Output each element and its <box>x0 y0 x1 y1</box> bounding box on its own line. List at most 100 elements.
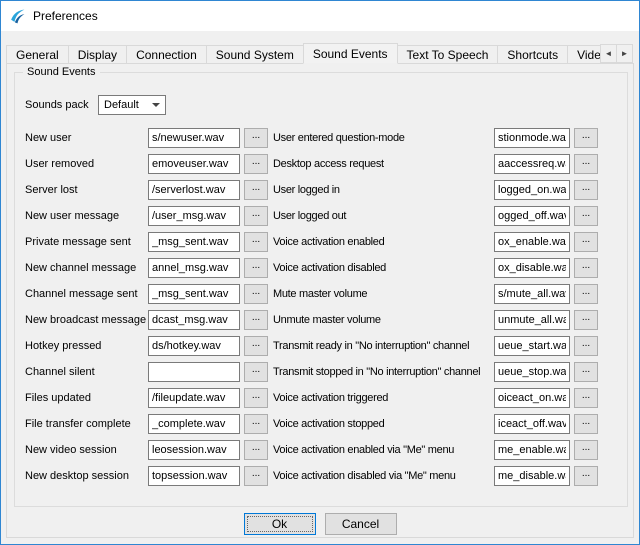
browse-button[interactable]: ... <box>244 310 268 330</box>
sound-file-input[interactable] <box>148 258 240 278</box>
sound-file-input[interactable] <box>494 128 570 148</box>
tab-connection[interactable]: Connection <box>126 45 207 63</box>
tab-video[interactable]: Video <box>567 45 601 63</box>
footer: Ok Cancel <box>7 513 633 535</box>
tab-text-to-speech[interactable]: Text To Speech <box>397 45 499 63</box>
tab-general[interactable]: General <box>6 45 69 63</box>
tab-sound-system[interactable]: Sound System <box>206 45 304 63</box>
sound-event-row: Voice activation disabled via "Me" menu … <box>273 463 607 489</box>
cancel-button[interactable]: Cancel <box>325 513 397 535</box>
sound-file-input[interactable] <box>494 232 570 252</box>
sound-event-row: User removed ... <box>25 151 273 177</box>
sound-event-label: Voice activation disabled <box>273 262 494 274</box>
sound-file-input[interactable] <box>494 336 570 356</box>
sound-file-input[interactable] <box>148 232 240 252</box>
sound-event-label: Voice activation stopped <box>273 418 494 430</box>
sound-event-row: Voice activation triggered ... <box>273 385 607 411</box>
browse-button[interactable]: ... <box>244 362 268 382</box>
browse-button[interactable]: ... <box>574 310 598 330</box>
browse-button[interactable]: ... <box>574 284 598 304</box>
sound-file-input[interactable] <box>494 180 570 200</box>
chevron-down-icon <box>152 103 160 107</box>
sound-event-row: Private message sent ... <box>25 229 273 255</box>
sound-event-row: File transfer complete ... <box>25 411 273 437</box>
browse-button[interactable]: ... <box>574 362 598 382</box>
sound-file-input[interactable] <box>148 414 240 434</box>
browse-button[interactable]: ... <box>574 414 598 434</box>
browse-button[interactable]: ... <box>244 284 268 304</box>
sound-file-input[interactable] <box>494 310 570 330</box>
sound-file-input[interactable] <box>148 440 240 460</box>
sound-file-input[interactable] <box>494 466 570 486</box>
sounds-pack-select[interactable]: Default <box>98 95 166 115</box>
sound-event-label: Transmit stopped in "No interruption" ch… <box>273 366 494 378</box>
tab-scroll-control: ◄ ► <box>601 44 633 63</box>
browse-button[interactable]: ... <box>244 258 268 278</box>
tab-shortcuts[interactable]: Shortcuts <box>497 45 568 63</box>
browse-button[interactable]: ... <box>244 414 268 434</box>
sound-event-label: File transfer complete <box>25 418 148 430</box>
sound-file-input[interactable] <box>494 362 570 382</box>
sound-file-input[interactable] <box>148 284 240 304</box>
title-bar: Preferences <box>1 1 639 31</box>
ok-button[interactable]: Ok <box>244 513 316 535</box>
browse-button[interactable]: ... <box>574 440 598 460</box>
sound-file-input[interactable] <box>148 336 240 356</box>
browse-button[interactable]: ... <box>244 336 268 356</box>
sound-event-label: User entered question-mode <box>273 132 494 144</box>
browse-button[interactable]: ... <box>574 466 598 486</box>
window-title: Preferences <box>33 9 98 23</box>
browse-button[interactable]: ... <box>244 128 268 148</box>
browse-button[interactable]: ... <box>244 466 268 486</box>
sound-event-row: User logged out ... <box>273 203 607 229</box>
sound-file-input[interactable] <box>494 440 570 460</box>
sound-file-input[interactable] <box>494 206 570 226</box>
tab-sound-events[interactable]: Sound Events <box>303 43 398 64</box>
sound-file-input[interactable] <box>148 154 240 174</box>
sound-file-input[interactable] <box>494 388 570 408</box>
browse-button[interactable]: ... <box>244 206 268 226</box>
browse-button[interactable]: ... <box>574 258 598 278</box>
sound-file-input[interactable] <box>494 258 570 278</box>
sound-event-label: Desktop access request <box>273 158 494 170</box>
sound-event-label: Channel silent <box>25 366 148 378</box>
tab-scroll-left-button[interactable]: ◄ <box>600 44 617 63</box>
sound-file-input[interactable] <box>148 466 240 486</box>
sound-file-input[interactable] <box>148 128 240 148</box>
sound-event-label: New desktop session <box>25 470 148 482</box>
tab-scroll-right-button[interactable]: ► <box>616 44 633 63</box>
browse-button[interactable]: ... <box>244 154 268 174</box>
sound-event-row: New user ... <box>25 125 273 151</box>
sound-file-input[interactable] <box>148 388 240 408</box>
sound-file-input[interactable] <box>148 206 240 226</box>
sound-event-row: New desktop session ... <box>25 463 273 489</box>
browse-button[interactable]: ... <box>244 388 268 408</box>
sound-event-row: User logged in ... <box>273 177 607 203</box>
sound-event-row: Hotkey pressed ... <box>25 333 273 359</box>
sound-event-row: Unmute master volume ... <box>273 307 607 333</box>
sound-file-input[interactable] <box>494 154 570 174</box>
browse-button[interactable]: ... <box>574 154 598 174</box>
sound-file-input[interactable] <box>494 414 570 434</box>
browse-button[interactable]: ... <box>574 336 598 356</box>
browse-button[interactable]: ... <box>574 388 598 408</box>
browse-button[interactable]: ... <box>574 232 598 252</box>
sound-event-label: New channel message <box>25 262 148 274</box>
browse-button[interactable]: ... <box>244 440 268 460</box>
browse-button[interactable]: ... <box>574 206 598 226</box>
sound-event-label: Server lost <box>25 184 148 196</box>
browse-button[interactable]: ... <box>574 128 598 148</box>
events-column-right: User entered question-mode ... Desktop a… <box>273 125 607 489</box>
browse-button[interactable]: ... <box>244 232 268 252</box>
sound-file-input[interactable] <box>148 310 240 330</box>
browse-button[interactable]: ... <box>244 180 268 200</box>
sound-file-input[interactable] <box>148 180 240 200</box>
sound-file-input[interactable] <box>148 362 240 382</box>
sound-event-label: Voice activation disabled via "Me" menu <box>273 470 494 482</box>
browse-button[interactable]: ... <box>574 180 598 200</box>
sound-file-input[interactable] <box>494 284 570 304</box>
sound-event-row: Transmit stopped in "No interruption" ch… <box>273 359 607 385</box>
sound-event-label: Voice activation enabled via "Me" menu <box>273 444 494 456</box>
tab-display[interactable]: Display <box>68 45 127 63</box>
sound-event-label: Voice activation enabled <box>273 236 494 248</box>
